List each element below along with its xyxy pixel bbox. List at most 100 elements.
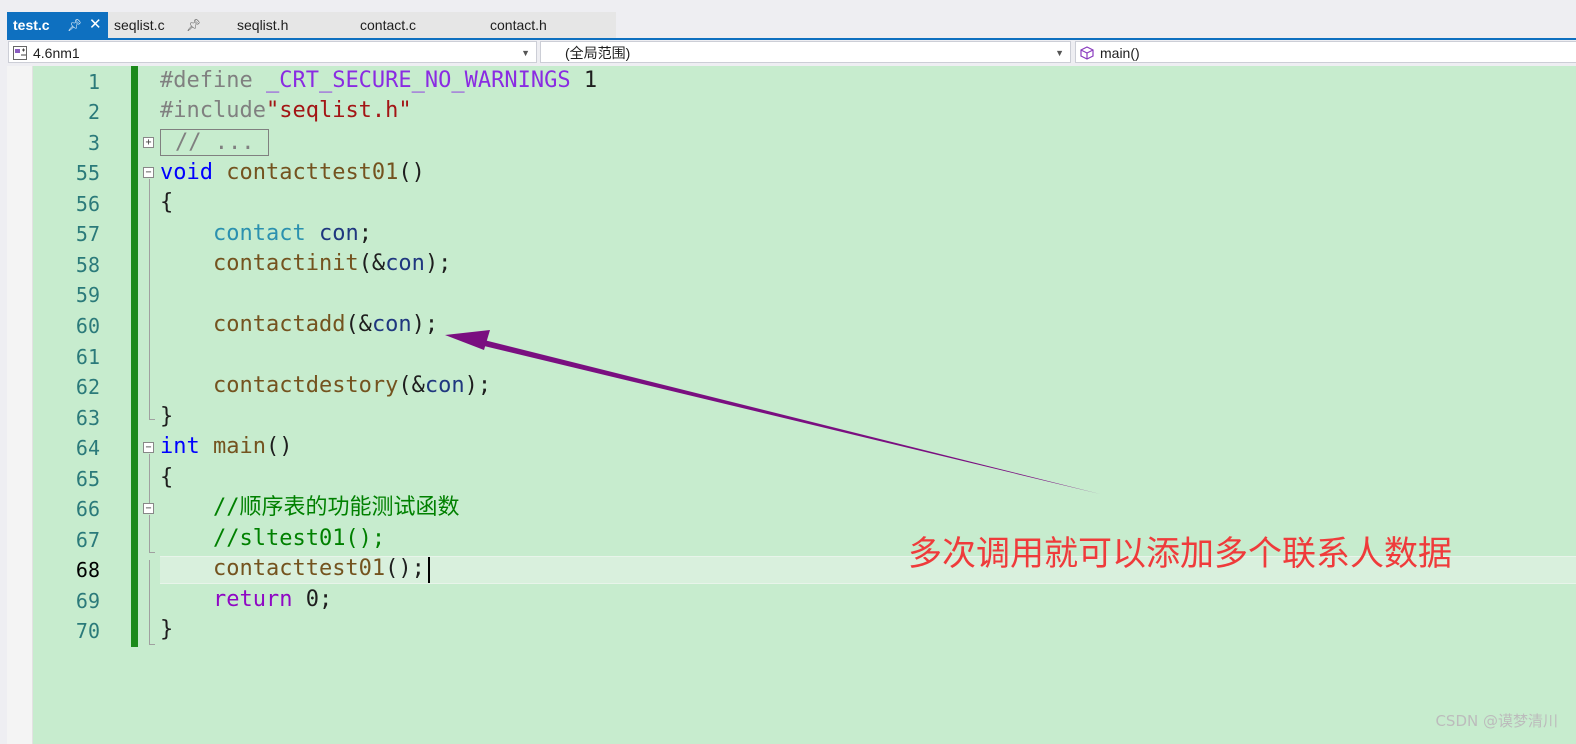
variable: con [385, 251, 425, 276]
line-number: 70 [75, 619, 100, 643]
collapse-region-icon[interactable]: − [143, 503, 154, 514]
code-line-63[interactable]: } [160, 402, 173, 432]
expand-region-icon[interactable]: + [143, 137, 154, 148]
comment: //sltest01(); [212, 526, 386, 551]
function-call: contactinit [212, 251, 359, 276]
brace: { [160, 190, 174, 215]
code-line-56[interactable]: { [160, 188, 173, 218]
outline-guide [149, 515, 150, 552]
macro-name: _CRT_SECURE_NO_WARNINGS [265, 68, 571, 93]
outline-guide-end [149, 552, 155, 553]
outline-guide-end [149, 419, 155, 420]
code-line-62[interactable]: contactdestory(&con); [160, 371, 491, 401]
outline-guide [149, 560, 150, 644]
collapse-region-icon[interactable]: − [143, 167, 154, 178]
outline-guide [149, 179, 150, 419]
change-tracking-bar [131, 66, 138, 647]
number-literal: 0 [305, 587, 319, 612]
code-line-55[interactable]: void contacttest01() [160, 158, 425, 188]
tab-label: contact.c [360, 17, 417, 33]
punctuation: () [265, 434, 293, 459]
variable: con [318, 221, 359, 246]
code-line-64[interactable]: int main() [160, 432, 292, 462]
type-name: contact [212, 221, 306, 246]
chevron-down-icon: ▼ [1055, 48, 1064, 58]
comment: //顺序表的功能测试函数 [212, 495, 460, 520]
navigation-bar: 4.6nm1 ▼ (全局范围) ▼ main() [0, 40, 1576, 66]
tab-contact-c[interactable]: contact.c [360, 12, 450, 38]
brace: } [160, 404, 174, 429]
chevron-down-icon: ▼ [521, 48, 530, 58]
tab-seqlist-c[interactable]: seqlist.c 📌︎ [114, 12, 210, 38]
keyword: return [212, 587, 293, 612]
line-number: 58 [75, 253, 100, 277]
scope-dropdown[interactable]: (全局范围) ▼ [540, 41, 1071, 63]
line-number: 62 [75, 375, 100, 399]
tab-contact-h[interactable]: contact.h [490, 12, 580, 38]
brace: { [160, 465, 174, 490]
code-line-3[interactable]: // ... [160, 128, 270, 158]
line-number: 66 [75, 497, 100, 521]
line-number: 65 [75, 467, 100, 491]
code-line-70[interactable]: } [160, 615, 173, 645]
function-name: main [213, 434, 266, 459]
code-line-69[interactable]: return 0; [160, 585, 332, 615]
function-call: contactdestory [212, 373, 399, 398]
cube-icon [1080, 46, 1094, 60]
code-line-2[interactable]: #include"seqlist.h" [160, 96, 412, 126]
outline-guide [149, 454, 150, 504]
preprocessor-keyword: #define [160, 68, 253, 93]
line-number: 64 [75, 436, 100, 460]
macro-value: 1 [583, 68, 598, 93]
line-number: 1 [87, 70, 100, 94]
line-number: 69 [75, 589, 100, 613]
close-icon[interactable]: ✕ [89, 12, 102, 38]
collapse-region-icon[interactable]: − [143, 442, 154, 453]
code-line-60[interactable]: contactadd(&con); [160, 310, 438, 340]
punctuation: () [398, 160, 425, 185]
line-number: 2 [87, 100, 100, 124]
variable: con [371, 312, 412, 337]
line-number: 56 [75, 192, 100, 216]
collapsed-region[interactable]: // ... [160, 129, 270, 156]
line-number: 67 [75, 528, 100, 552]
keyword: int [160, 434, 200, 459]
annotation-text: 多次调用就可以添加多个联系人数据 [908, 534, 1452, 574]
code-line-1[interactable]: #define _CRT_SECURE_NO_WARNINGS 1 [160, 66, 597, 96]
function-call: contacttest01 [212, 556, 386, 581]
pin-icon[interactable]: 📌︎ [67, 12, 82, 38]
tab-seqlist-h[interactable]: seqlist.h [237, 12, 327, 38]
pin-icon[interactable]: 📌︎ [186, 12, 201, 38]
function-name: contacttest01 [226, 160, 399, 185]
tab-label: seqlist.h [237, 17, 289, 33]
line-number: 59 [75, 283, 100, 307]
project-dropdown[interactable]: 4.6nm1 ▼ [8, 41, 537, 63]
variable: con [424, 373, 465, 398]
project-name: 4.6nm1 [33, 45, 80, 61]
tab-bar: test.c 📌︎ ✕ seqlist.c 📌︎ seqlist.h conta… [0, 0, 1576, 40]
tab-test-c[interactable]: test.c 📌︎ ✕ [7, 12, 108, 38]
member-name: main() [1100, 45, 1140, 61]
member-dropdown[interactable]: main() [1075, 41, 1576, 63]
function-call: contactadd [212, 312, 346, 337]
tab-label: contact.h [490, 17, 547, 33]
line-number: 63 [75, 406, 100, 430]
code-line-68[interactable]: contacttest01(); [160, 554, 425, 584]
include-file: "seqlist.h" [265, 98, 412, 123]
indicator-margin [7, 66, 33, 744]
line-number-current: 68 [75, 558, 100, 582]
line-number: 60 [75, 314, 100, 338]
tab-label: seqlist.c [114, 17, 165, 33]
tab-label: test.c [13, 17, 50, 33]
line-number: 55 [75, 161, 100, 185]
code-line-58[interactable]: contactinit(&con); [160, 249, 451, 279]
brace: } [160, 617, 174, 642]
code-line-57[interactable]: contact con; [160, 219, 372, 249]
preprocessor-keyword: #include [160, 98, 266, 123]
line-number: 57 [75, 222, 100, 246]
code-line-67[interactable]: //sltest01(); [160, 524, 385, 554]
outline-guide-end [149, 644, 155, 645]
code-line-65[interactable]: { [160, 463, 173, 493]
code-line-66[interactable]: //顺序表的功能测试函数 [160, 493, 460, 523]
project-icon [13, 46, 27, 60]
